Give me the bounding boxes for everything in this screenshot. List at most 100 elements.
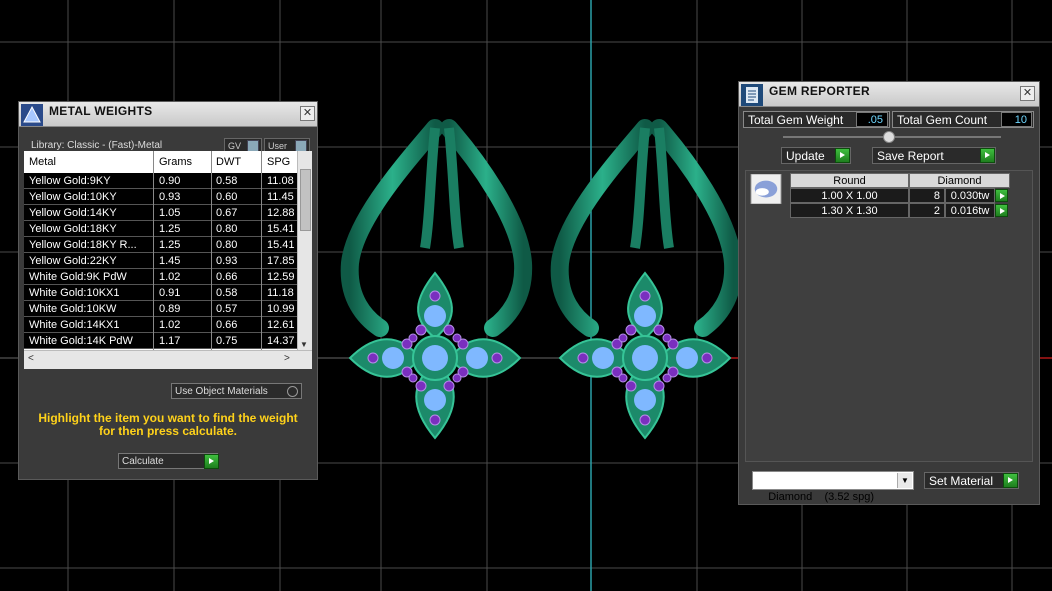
metal-row[interactable]: Yellow Gold:9KY 0.90 0.58 11.08 [24, 173, 298, 189]
metal-name: Yellow Gold:18KY [29, 223, 117, 235]
metal-weights-titlebar[interactable]: METAL WEIGHTS ✕ [19, 102, 317, 127]
horizontal-scrollbar[interactable]: < > [24, 350, 312, 369]
pyramid-scale-icon [21, 104, 43, 126]
total-gem-weight-value: .05 [856, 112, 888, 127]
metal-name: Yellow Gold:9KY [29, 175, 111, 187]
gem-size: 1.30 X 1.30 [790, 203, 909, 218]
report-list-icon [741, 84, 763, 106]
save-report-play-icon[interactable] [980, 148, 995, 163]
grams-value: 1.25 [159, 223, 181, 235]
grams-value: 0.89 [159, 303, 181, 315]
save-report-button[interactable]: Save Report [872, 147, 996, 164]
calculate-label: Calculate [122, 456, 164, 467]
close-icon[interactable]: ✕ [1020, 86, 1035, 101]
dwt-value: 0.80 [216, 239, 238, 251]
dwt-value: 0.58 [216, 175, 238, 187]
gem-reporter-titlebar[interactable]: GEM REPORTER ✕ [739, 82, 1039, 107]
set-material-play-icon[interactable] [1003, 473, 1018, 488]
gem-header-material: Diamond [909, 173, 1010, 188]
grams-value: 1.17 [159, 335, 181, 347]
dwt-value: 0.75 [216, 335, 238, 347]
grams-value: 1.02 [159, 271, 181, 283]
grams-value: 1.05 [159, 207, 181, 219]
gv-toggle[interactable]: GV [224, 138, 262, 152]
set-material-label: Set Material [929, 474, 994, 488]
update-play-icon[interactable] [835, 148, 850, 163]
gem-weight: 0.016tw [945, 203, 995, 218]
gem-reporter-title: GEM REPORTER [769, 84, 870, 98]
earring-right [560, 128, 733, 438]
dwt-value: 0.60 [216, 191, 238, 203]
grams-value: 0.93 [159, 191, 181, 203]
metal-row[interactable]: White Gold:14K PdW 1.17 0.75 14.37 [24, 333, 298, 349]
gem-reporter-panel: GEM REPORTER ✕ Total Gem Weight .05 Tota… [738, 81, 1040, 505]
metal-name: White Gold:14KX1 [29, 319, 120, 331]
dwt-value: 0.66 [216, 271, 238, 283]
calculate-play-icon[interactable] [204, 454, 219, 469]
metal-row[interactable]: White Gold:10KX1 0.91 0.58 11.18 [24, 285, 298, 301]
metal-name: Yellow Gold:22KY [29, 255, 117, 267]
gem-row-play-icon[interactable] [995, 204, 1008, 217]
grams-value: 1.45 [159, 255, 181, 267]
metal-row[interactable]: White Gold:14KX1 1.02 0.66 12.61 [24, 317, 298, 333]
metal-table[interactable]: Metal Grams DWT SPG Yellow Gold:9KY 0.90 0… [24, 151, 312, 369]
library-label: Library: Classic - (Fast)-Metal [31, 140, 163, 151]
user-toggle-label: User [268, 141, 288, 151]
round-diamond-icon[interactable] [750, 174, 782, 204]
scroll-right-icon[interactable]: > [284, 353, 290, 364]
material-select[interactable]: Diamond (3.52 spg) ▼ [752, 471, 914, 503]
grams-value: 1.02 [159, 319, 181, 331]
gem-count: 2 [909, 203, 945, 218]
metal-name: Yellow Gold:14KY [29, 207, 117, 219]
gem-size: 1.00 X 1.00 [790, 188, 909, 203]
gem-row-play-icon[interactable] [995, 189, 1008, 202]
user-toggle[interactable]: User [264, 138, 310, 152]
metal-weights-panel: METAL WEIGHTS ✕ Library: Classic - (Fast… [18, 101, 318, 480]
metal-name: Yellow Gold:18KY R... [29, 239, 137, 251]
metal-row[interactable]: White Gold:9K PdW 1.02 0.66 12.59 [24, 269, 298, 285]
metal-name: White Gold:14K PdW [29, 335, 133, 347]
dwt-value: 0.80 [216, 223, 238, 235]
use-object-materials-toggle[interactable]: Use Object Materials [171, 383, 302, 399]
metal-weights-title: METAL WEIGHTS [49, 104, 153, 118]
chevron-down-icon[interactable]: ▼ [897, 473, 912, 488]
splitter-handle-icon[interactable] [883, 131, 895, 143]
use-object-materials-label: Use Object Materials [175, 386, 268, 397]
metal-name: White Gold:9K PdW [29, 271, 127, 283]
update-label: Update [786, 149, 825, 163]
dwt-value: 0.57 [216, 303, 238, 315]
metal-row[interactable]: Yellow Gold:14KY 1.05 0.67 12.88 [24, 205, 298, 221]
close-icon[interactable]: ✕ [300, 106, 315, 121]
dwt-value: 0.93 [216, 255, 238, 267]
gem-list-area: Round Diamond 1.00 X 1.00 8 0.030tw 1.30… [745, 170, 1033, 462]
metal-row[interactable]: Yellow Gold:18KY R... 1.25 0.80 15.41 [24, 237, 298, 253]
gv-toggle-label: GV [228, 141, 242, 151]
radio-icon [287, 386, 298, 397]
gem-header-shape: Round [790, 173, 909, 188]
save-report-label: Save Report [877, 149, 944, 163]
metal-name: Yellow Gold:10KY [29, 191, 117, 203]
material-select-value: Diamond (3.52 spg) [768, 491, 875, 503]
metal-row[interactable]: Yellow Gold:18KY 1.25 0.80 15.41 [24, 221, 298, 237]
instruction-line-2: for then press calculate. [98, 424, 238, 438]
dwt-value: 0.58 [216, 287, 238, 299]
metal-row[interactable]: Yellow Gold:22KY 1.45 0.93 17.85 [24, 253, 298, 269]
dwt-value: 0.67 [216, 207, 238, 219]
vertical-scrollbar[interactable]: ▼ [297, 151, 312, 351]
metal-table-header: Metal Grams DWT SPG [24, 151, 298, 173]
total-gem-count-value: 10 [1001, 112, 1032, 127]
scroll-down-icon[interactable]: ▼ [300, 340, 308, 349]
instruction-line-1: Highlight the item you want to find the … [38, 411, 298, 425]
metal-name: White Gold:10KX1 [29, 287, 120, 299]
col-header-grams[interactable]: Grams [159, 151, 209, 173]
col-header-dwt[interactable]: DWT [216, 151, 256, 173]
grams-value: 0.90 [159, 175, 181, 187]
scroll-left-icon[interactable]: < [28, 353, 34, 364]
calculate-button[interactable]: Calculate [118, 453, 218, 469]
metal-row[interactable]: Yellow Gold:10KY 0.93 0.60 11.45 [24, 189, 298, 205]
col-header-metal[interactable]: Metal [29, 151, 151, 173]
metal-row[interactable]: White Gold:10KW 0.89 0.57 10.99 [24, 301, 298, 317]
grams-value: 1.25 [159, 239, 181, 251]
metal-name: White Gold:10KW [29, 303, 117, 315]
gem-count: 8 [909, 188, 945, 203]
